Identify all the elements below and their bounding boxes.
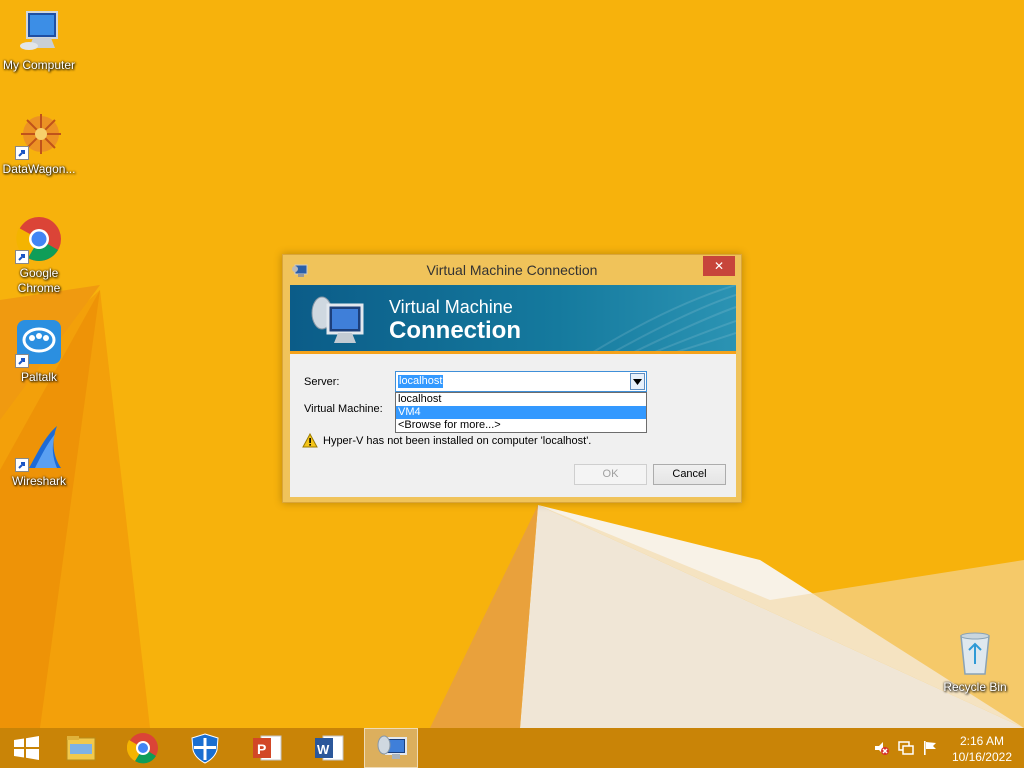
server-input[interactable]: localhost: [398, 375, 444, 388]
svg-text:P: P: [257, 741, 266, 757]
server-option-vm4[interactable]: VM4: [396, 406, 646, 419]
server-option-localhost[interactable]: localhost: [396, 393, 646, 406]
start-icon: [14, 736, 39, 760]
desktop-icon-label: Paltalk: [20, 370, 58, 384]
defender-icon: [191, 733, 219, 764]
desktop-icon-label: Recycle Bin: [943, 680, 1007, 694]
taskbar-defender[interactable]: [178, 728, 232, 768]
close-button[interactable]: ✕: [703, 256, 735, 276]
desktop: My Computer DataWagon... Google Chrome P…: [0, 0, 1024, 728]
file-explorer-icon: [66, 736, 96, 761]
server-option-browse[interactable]: <Browse for more...>: [396, 419, 646, 432]
word-icon: W: [315, 735, 344, 761]
taskbar-chrome[interactable]: [116, 728, 170, 768]
taskbar-vmconnect[interactable]: [364, 728, 418, 768]
server-combo-box[interactable]: localhost: [395, 371, 647, 392]
clock-time: 2:16 AM: [959, 734, 1004, 748]
datawagon-icon: [15, 112, 63, 160]
desktop-icon-label: DataWagon...: [2, 162, 76, 176]
desktop-icon-wireshark[interactable]: Wireshark: [0, 424, 78, 489]
taskbar: P W 2:16 AM 10/16/2022: [0, 728, 1024, 768]
warning-message: Hyper-V has not been installed on comput…: [323, 435, 592, 447]
action-center-flag-icon[interactable]: [922, 740, 938, 760]
dialog-titlebar[interactable]: Virtual Machine Connection ✕: [283, 255, 741, 285]
system-clock[interactable]: 2:16 AM 10/16/2022: [952, 733, 1012, 765]
clock-date: 10/16/2022: [951, 750, 1012, 764]
satellite-monitor-icon: [306, 291, 366, 354]
warning-icon: [302, 432, 318, 452]
server-dropdown-list: localhost VM4 <Browse for more...>: [395, 392, 647, 433]
shortcut-arrow-icon: [15, 458, 29, 472]
taskbar-file-explorer[interactable]: [54, 728, 108, 768]
banner-title-line1: Virtual Machine: [389, 297, 513, 317]
desktop-icon-label: My Computer: [2, 58, 76, 72]
powerpoint-icon: P: [253, 735, 282, 761]
chevron-down-icon[interactable]: [630, 373, 645, 390]
desktop-icon-label: Google Chrome: [17, 266, 61, 295]
shortcut-arrow-icon: [15, 354, 29, 368]
chrome-icon: [127, 733, 158, 764]
desktop-icon-my-computer[interactable]: My Computer: [0, 8, 78, 73]
desktop-icon-label: Wireshark: [11, 474, 66, 488]
cancel-button[interactable]: Cancel: [653, 464, 726, 485]
desktop-icon-google-chrome[interactable]: Google Chrome: [0, 216, 78, 296]
svg-text:W: W: [317, 742, 330, 757]
shortcut-arrow-icon: [15, 250, 29, 264]
vmconnect-icon: [377, 735, 407, 759]
banner-accent-stripe: [290, 351, 736, 354]
paltalk-icon: [15, 320, 63, 368]
desktop-icon-datawagon[interactable]: DataWagon...: [0, 112, 78, 177]
server-label: Server:: [304, 376, 340, 388]
recycle-bin-icon: [951, 630, 999, 678]
desktop-icon-paltalk[interactable]: Paltalk: [0, 320, 78, 385]
dialog-title: Virtual Machine Connection: [426, 262, 598, 278]
monitor-icon: [15, 8, 63, 56]
banner-title-line2: Connection: [389, 317, 521, 344]
network-icon[interactable]: [898, 740, 914, 760]
ok-button[interactable]: OK: [574, 464, 647, 485]
chrome-icon: [15, 216, 63, 264]
virtual-machine-label: Virtual Machine:: [304, 403, 383, 415]
dialog-banner: Virtual Machine Connection: [290, 285, 736, 354]
taskbar-word[interactable]: W: [302, 728, 356, 768]
dialog-client-area: Virtual Machine Connection Server: local…: [290, 285, 736, 497]
shortcut-arrow-icon: [15, 146, 29, 160]
start-button[interactable]: [0, 728, 54, 768]
desktop-icon-recycle-bin[interactable]: Recycle Bin: [936, 630, 1014, 695]
speaker-muted-icon[interactable]: [873, 740, 889, 760]
taskbar-powerpoint[interactable]: P: [240, 728, 294, 768]
vm-connection-dialog: Virtual Machine Connection ✕ Virtual Mac…: [282, 254, 742, 503]
wireshark-fin-icon: [15, 424, 63, 472]
